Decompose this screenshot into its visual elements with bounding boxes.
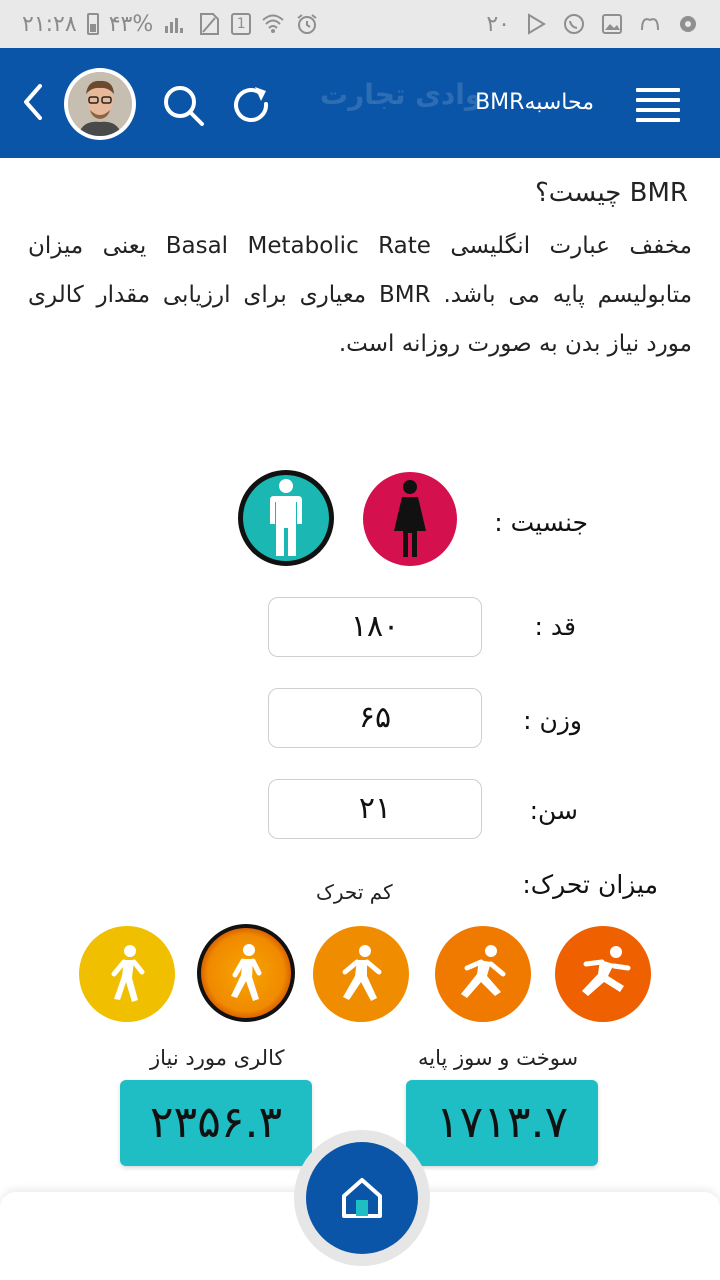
weight-label: وزن :: [523, 706, 582, 735]
menu-line: [636, 118, 680, 122]
wifi-icon: [261, 12, 285, 36]
screen: ۲۱:۲۸ ۴۳% 1 ۲۰ وادی تجارت محاسبهBMR BMR …: [0, 0, 720, 1280]
play-store-icon: [524, 12, 548, 36]
gender-label: جنسیت :: [494, 508, 588, 537]
alarm-icon: [295, 12, 319, 36]
jog-icon: [342, 945, 382, 1001]
app-icon: [638, 12, 662, 36]
status-bar: ۲۱:۲۸ ۴۳% 1 ۲۰: [0, 0, 720, 48]
avatar[interactable]: [64, 68, 136, 140]
run-icon: [461, 945, 506, 998]
avatar-image: [68, 72, 132, 136]
intro-text: مخفف عبارت انگلیسی Basal Metabolic Rate …: [28, 233, 693, 357]
activity-level-2-button[interactable]: [197, 924, 295, 1022]
weight-input[interactable]: ۶۵: [268, 688, 482, 748]
search-button[interactable]: [160, 82, 208, 130]
age-label: سن:: [529, 796, 578, 825]
clock: ۲۱:۲۸: [22, 11, 77, 37]
male-icon: [270, 479, 302, 556]
bmr-label: سوخت و سوز پایه: [418, 1046, 579, 1070]
signal-icon: [163, 12, 187, 36]
activity-level-1-button[interactable]: [79, 926, 175, 1022]
menu-line: [636, 88, 680, 92]
notification-count: ۲۰: [486, 11, 510, 37]
intro-title: BMR چیست؟: [534, 178, 688, 208]
refresh-icon: [234, 87, 269, 123]
age-input[interactable]: ۲۱: [268, 779, 482, 839]
male-button[interactable]: [238, 470, 334, 566]
height-label: قد :: [534, 612, 576, 641]
sim-icon: [197, 12, 221, 36]
menu-button[interactable]: [636, 88, 680, 122]
menu-line: [636, 108, 680, 112]
bmr-value: ۱۷۱۳.۷: [406, 1080, 598, 1166]
calorie-value: ۲۳۵۶.۳: [120, 1080, 312, 1166]
height-input[interactable]: ۱۸۰: [268, 597, 482, 657]
home-icon: [342, 1178, 382, 1218]
walk-fast-icon: [231, 944, 262, 1001]
app-bar: وادی تجارت محاسبهBMR: [0, 48, 720, 158]
activity-label: میزان تحرک:: [522, 870, 658, 899]
status-left: ۲۱:۲۸ ۴۳% 1: [22, 8, 319, 40]
calorie-label: کالری مورد نیاز: [150, 1046, 285, 1070]
back-button[interactable]: [14, 80, 54, 124]
menu-line: [636, 98, 680, 102]
page-title: محاسبهBMR: [475, 90, 594, 115]
activity-level-5-button[interactable]: [555, 926, 651, 1022]
search-icon: [164, 86, 204, 126]
home-button[interactable]: [306, 1142, 418, 1254]
status-right: ۲۰: [486, 8, 700, 40]
activity-selected-label: کم تحرک: [316, 880, 393, 904]
activity-level-4-button[interactable]: [435, 926, 531, 1022]
battery-percent: ۴۳%: [108, 11, 154, 37]
sprint-icon: [582, 946, 631, 996]
sim-slot-icon: 1: [231, 13, 252, 35]
female-icon: [394, 480, 426, 557]
watermark: وادی تجارت: [320, 78, 483, 111]
refresh-button[interactable]: [228, 82, 276, 130]
activity-level-3-button[interactable]: [313, 926, 409, 1022]
walk-icon: [111, 945, 145, 1002]
whatsapp-icon: [562, 12, 586, 36]
female-button[interactable]: [363, 472, 457, 566]
battery-icon: [86, 13, 99, 35]
settings-notif-icon: [676, 12, 700, 36]
gallery-icon: [600, 12, 624, 36]
